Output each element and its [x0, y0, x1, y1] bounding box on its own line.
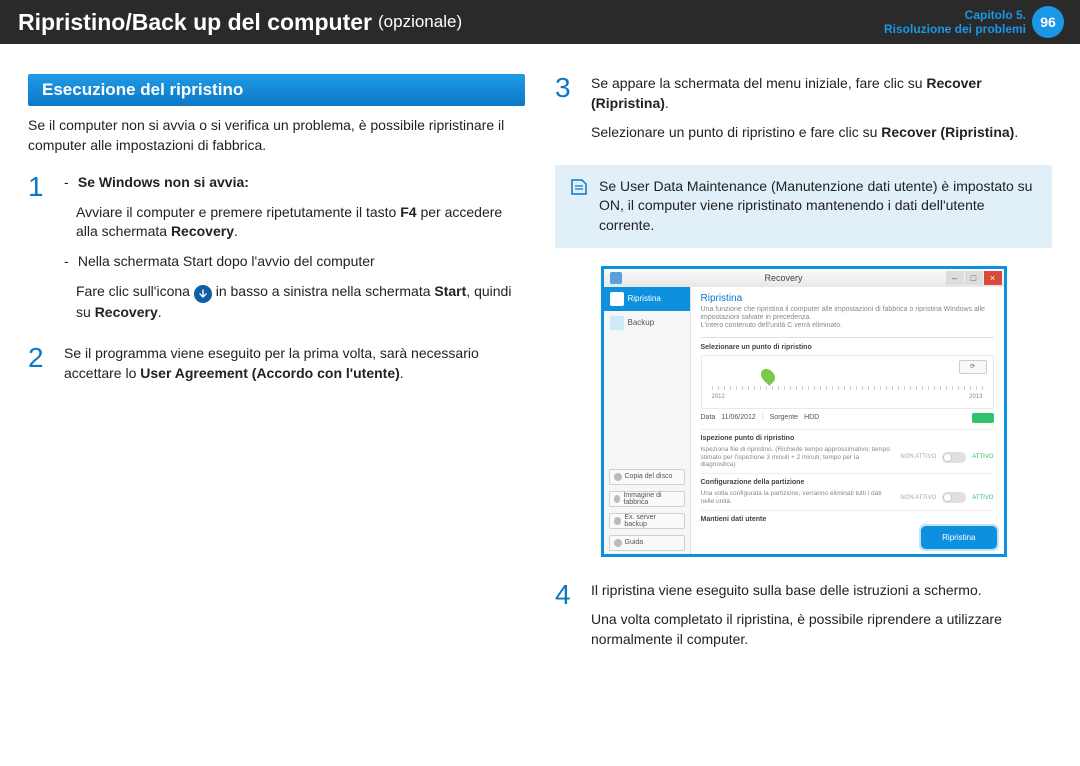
- sidebar-btn-guide[interactable]: Guida: [609, 535, 685, 551]
- inspect-title: Ispezione punto di ripristino: [701, 435, 994, 442]
- select-point-title: Selezionare un punto di ripristino: [701, 344, 994, 351]
- config-title: Configurazione della partizione: [701, 479, 994, 486]
- step3-d: .: [1014, 124, 1018, 140]
- step-number: 4: [555, 581, 579, 660]
- source-value: HDD: [804, 414, 819, 421]
- app-titlebar: Recovery – □ ×: [604, 269, 1004, 287]
- step3-bold2: Recover (Ripristina): [881, 124, 1014, 140]
- data-label: Data: [701, 414, 716, 421]
- help-icon: [614, 539, 622, 547]
- step4-b: Una volta completato il ripristina, è po…: [591, 610, 1052, 649]
- maximize-button[interactable]: □: [965, 271, 983, 285]
- app-main: Ripristina Una funzione che ripristina i…: [691, 287, 1004, 554]
- app-sidebar: Ripristina Backup Copia del disco Immagi…: [604, 287, 691, 554]
- step1-recovery-bold: Recovery: [95, 304, 158, 320]
- step-number: 1: [28, 173, 52, 332]
- factory-state-button[interactable]: ⟳: [959, 360, 987, 374]
- sidebar-tab-recover[interactable]: Ripristina: [604, 287, 690, 311]
- info-note: Se User Data Maintenance (Manutenzione d…: [555, 165, 1052, 248]
- section-heading: Esecuzione del ripristino: [28, 74, 525, 106]
- restore-timeline[interactable]: ⟳ 2012 2013: [701, 355, 994, 409]
- sidebar-tab-recover-label: Ripristina: [628, 294, 661, 303]
- source-label: Sorgente: [770, 414, 798, 421]
- sidebar-btn-factory[interactable]: Immagine di fabbrica: [609, 491, 685, 507]
- sidebar-btn-guide-label: Guida: [625, 539, 644, 546]
- sidebar-btn-copydisk[interactable]: Copia del disco: [609, 469, 685, 485]
- timeline-year-right: 2013: [969, 394, 982, 400]
- app-desc1: Una funzione che ripristina il computer …: [701, 306, 994, 323]
- sidebar-btn-exsrv[interactable]: Ex. server backup: [609, 513, 685, 529]
- step1-recovery: Recovery: [171, 223, 234, 239]
- inspect-toggle[interactable]: [942, 452, 966, 463]
- toggle-on-label: ATTIVO: [972, 454, 993, 460]
- step-4: 4 Il ripristina viene eseguito sulla bas…: [555, 581, 1052, 660]
- intro-paragraph: Se il computer non si avvia o si verific…: [28, 116, 525, 155]
- app-title: Recovery: [622, 273, 946, 283]
- recover-icon: [610, 292, 624, 306]
- step1-bullet1-body-a: Avviare il computer e premere ripetutame…: [76, 204, 400, 220]
- page-number-badge: 96: [1032, 6, 1064, 38]
- app-heading: Ripristina: [701, 293, 994, 304]
- chapter-line1: Capitolo 5.: [884, 8, 1026, 22]
- down-arrow-icon: [194, 285, 212, 303]
- sidebar-tab-backup[interactable]: Backup: [604, 311, 690, 335]
- status-chip: [972, 413, 994, 423]
- toggle-off-label: NON ATTIVO: [900, 454, 936, 460]
- step-1: 1 - Se Windows non si avvia: Avviare il …: [28, 173, 525, 332]
- inspect-desc: Ispeziona file di ripristino. (Richiede …: [701, 446, 895, 469]
- sidebar-tab-backup-label: Backup: [628, 318, 655, 327]
- step2-b: .: [400, 365, 404, 381]
- step1-b2-l2-a: Fare clic sull'icona: [76, 283, 194, 299]
- page-title: Ripristino/Back up del computer: [18, 9, 372, 36]
- restore-point-info: Data 11/06/2012 | Sorgente HDD: [701, 413, 994, 423]
- timeline-year-left: 2012: [712, 394, 725, 400]
- data-value: 11/06/2012: [721, 414, 756, 421]
- timeline-pin-icon[interactable]: [758, 366, 778, 386]
- chapter-crumb: Capitolo 5. Risoluzione dei problemi: [884, 8, 1026, 36]
- sidebar-btn-factory-label: Immagine di fabbrica: [623, 492, 679, 506]
- app-desc2: L'intero contenuto dell'unità C verrà el…: [701, 322, 994, 330]
- note-icon: [569, 177, 589, 236]
- right-column: 3 Se appare la schermata del menu inizia…: [555, 74, 1052, 672]
- recover-button[interactable]: Ripristina: [924, 529, 993, 546]
- factory-icon: [614, 495, 621, 503]
- partition-toggle[interactable]: [942, 492, 966, 503]
- toggle-off-label: NON ATTIVO: [900, 495, 936, 501]
- app-sysmenu-icon[interactable]: [610, 272, 622, 284]
- sidebar-btn-copydisk-label: Copia del disco: [625, 473, 673, 480]
- step-number: 3: [555, 74, 579, 153]
- server-icon: [614, 517, 622, 525]
- userdata-title: Mantieni dati utente: [701, 516, 994, 523]
- backup-icon: [610, 316, 624, 330]
- left-column: Esecuzione del ripristino Se il computer…: [28, 74, 525, 672]
- step1-start-bold: Start: [434, 283, 466, 299]
- disk-icon: [614, 473, 622, 481]
- chapter-line2: Risoluzione dei problemi: [884, 22, 1026, 36]
- page-subtitle: (opzionale): [378, 12, 462, 32]
- step3-a: Se appare la schermata del menu iniziale…: [591, 75, 926, 91]
- step3-b: .: [665, 95, 669, 111]
- minimize-button[interactable]: –: [946, 271, 964, 285]
- page-header: Ripristino/Back up del computer (opziona…: [0, 0, 1080, 44]
- step-3: 3 Se appare la schermata del menu inizia…: [555, 74, 1052, 153]
- note-text: Se User Data Maintenance (Manutenzione d…: [599, 177, 1038, 236]
- sidebar-btn-exsrv-label: Ex. server backup: [624, 514, 679, 528]
- step3-c: Selezionare un punto di ripristino e far…: [591, 124, 881, 140]
- recovery-app-window: Recovery – □ × Ripristina Backup: [601, 266, 1007, 557]
- step1-b2-l2-b: in basso a sinistra nella schermata: [216, 283, 435, 299]
- step4-a: Il ripristina viene eseguito sulla base …: [591, 581, 1052, 601]
- step1-bullet1-lead: Se Windows non si avvia:: [78, 174, 249, 190]
- step2-bold: User Agreement (Accordo con l'utente): [140, 365, 400, 381]
- toggle-on-label: ATTIVO: [972, 495, 993, 501]
- step1-bullet2: Nella schermata Start dopo l'avvio del c…: [78, 253, 375, 269]
- step1-key: F4: [400, 204, 416, 220]
- step-2: 2 Se il programma viene eseguito per la …: [28, 344, 525, 393]
- config-desc: Una volta configurata la partizione, ver…: [701, 490, 895, 506]
- step-number: 2: [28, 344, 52, 393]
- close-button[interactable]: ×: [984, 271, 1002, 285]
